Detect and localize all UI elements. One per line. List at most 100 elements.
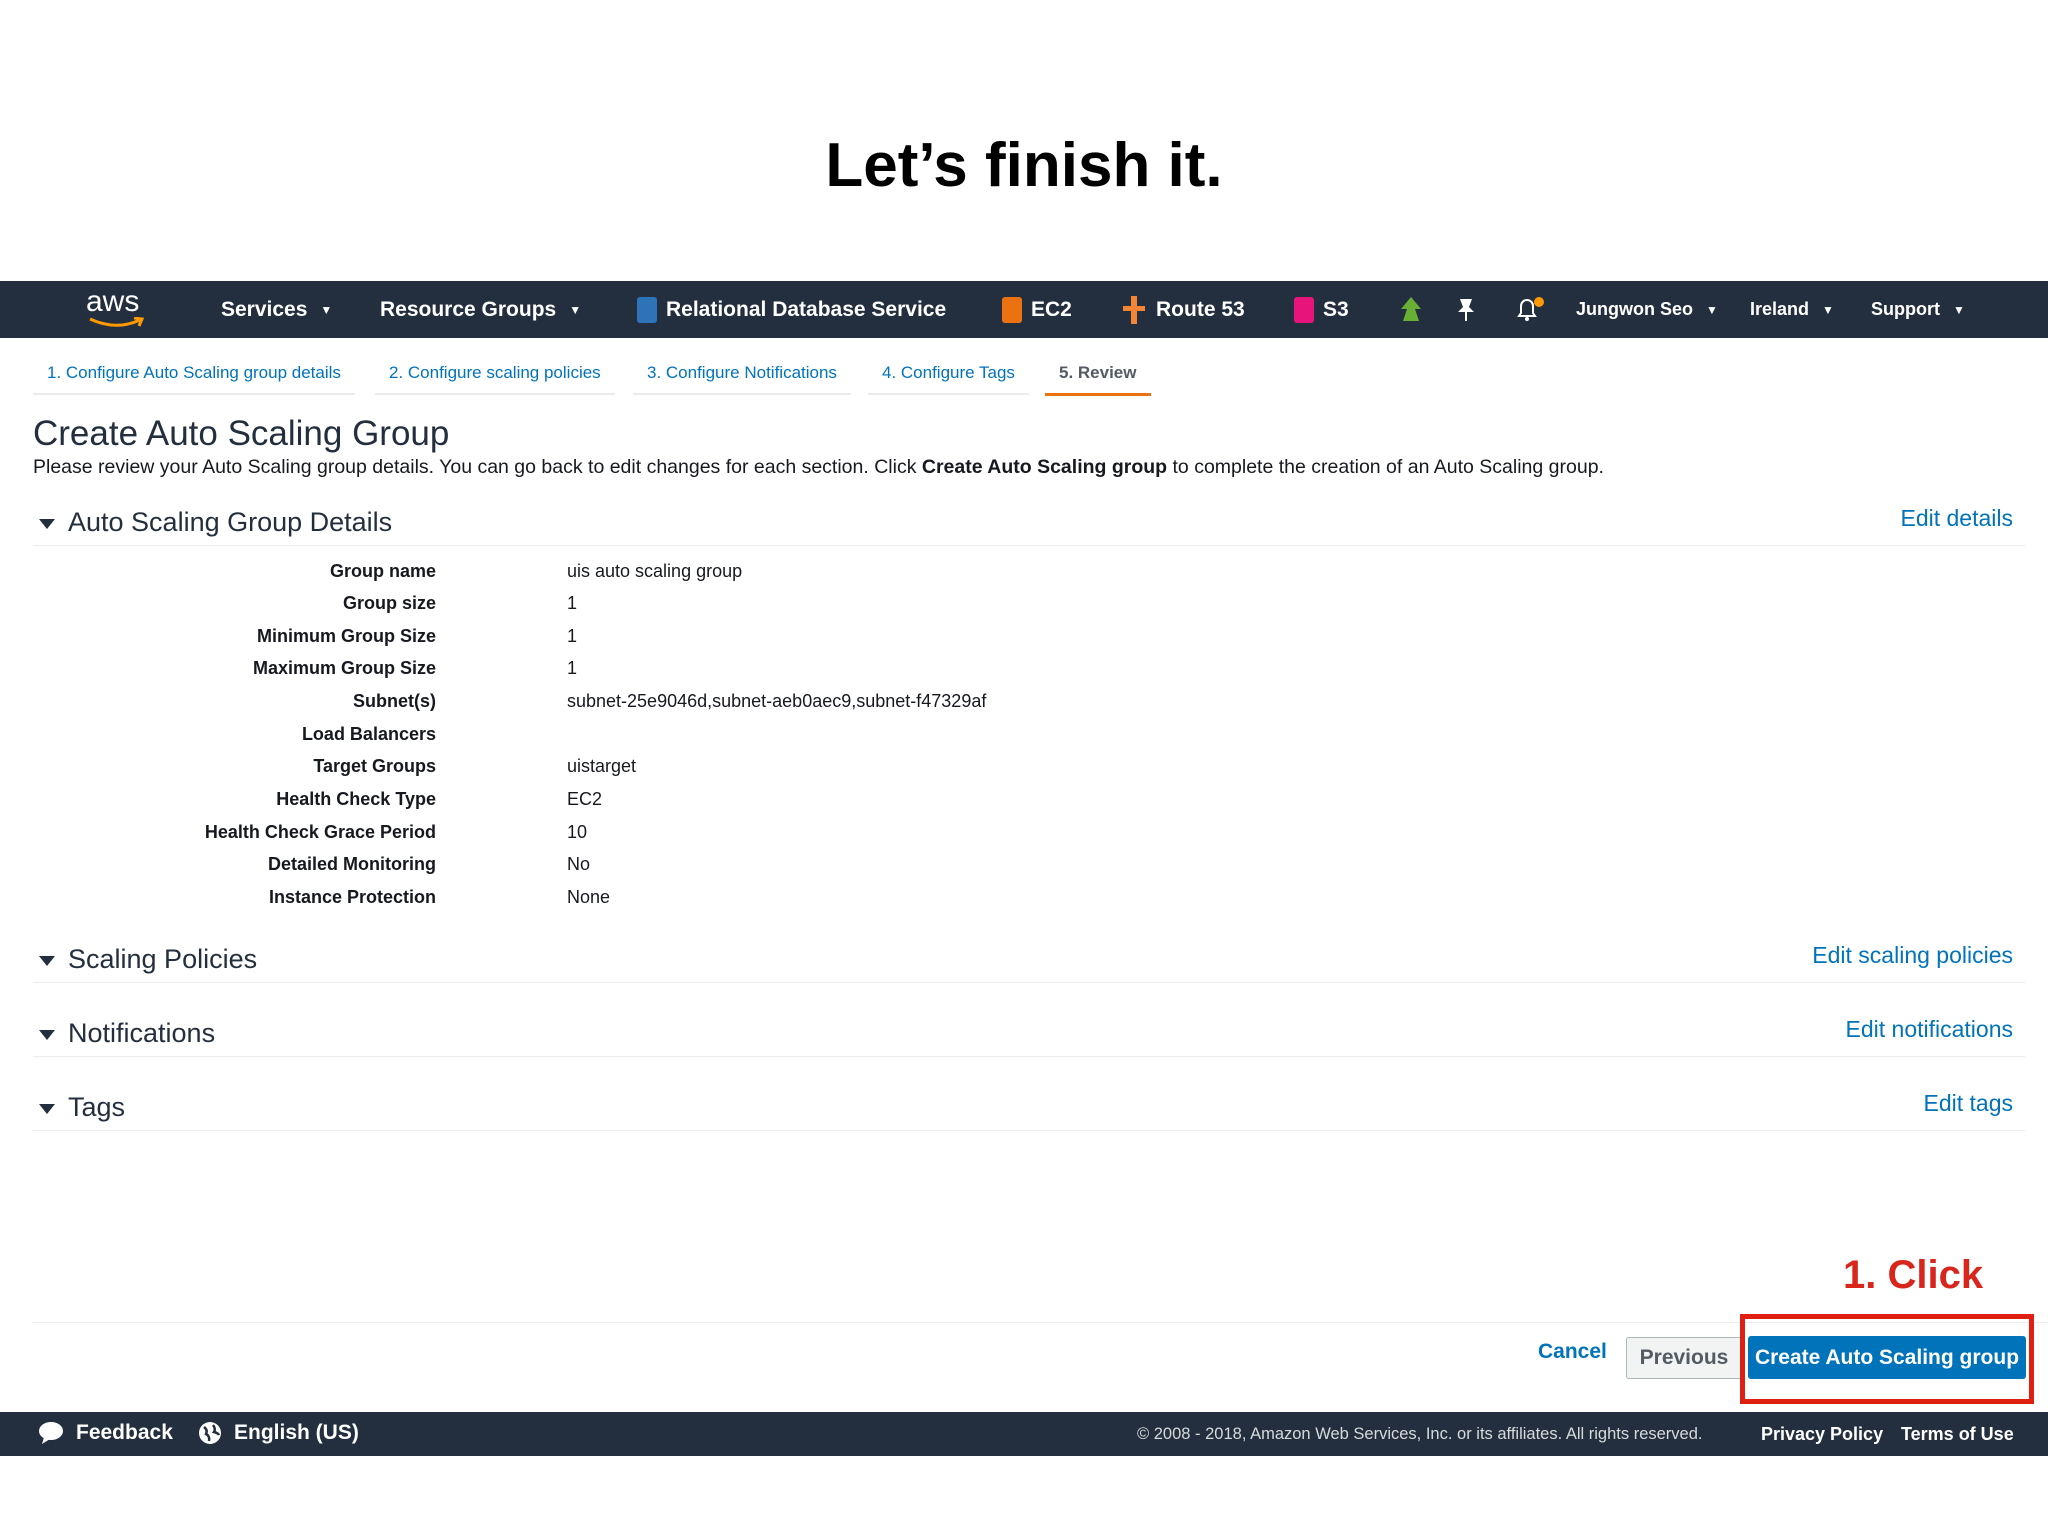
notification-dot [1534,296,1544,307]
detail-value: No [567,854,591,874]
step-scaling-policies[interactable]: 2. Configure scaling policies [375,357,615,395]
chevron-down-icon: ▼ [1822,302,1834,317]
services-menu[interactable]: Services ▼ [221,298,332,322]
chevron-down-icon: ▼ [1953,302,1965,317]
previous-button[interactable]: Previous [1626,1337,1742,1379]
route53-label: Route 53 [1156,297,1245,321]
copyright-text: © 2008 - 2018, Amazon Web Services, Inc.… [1137,1425,1703,1443]
detail-label: Detailed Monitoring [268,854,436,874]
edit-scaling-policies-link[interactable]: Edit scaling policies [1812,942,2013,969]
notifications-button[interactable] [1515,296,1545,324]
cancel-button[interactable]: Cancel [1538,1340,1607,1364]
annotation-highlight-box [1740,1314,2034,1404]
collapse-triangle-icon[interactable] [39,1030,55,1040]
detail-value: EC2 [567,789,603,809]
aws-smile-icon [89,317,145,327]
chevron-down-icon: ▼ [320,302,333,317]
chevron-down-icon: ▼ [569,302,582,317]
detail-value: uis auto scaling group [567,561,743,581]
step-review[interactable]: 5. Review [1045,357,1151,396]
detail-label: Load Balancers [301,724,436,744]
pin-shortcut[interactable] [1455,297,1477,323]
s3-label: S3 [1323,297,1349,321]
route53-shortcut[interactable]: Route 53 [1121,295,1245,324]
resource-groups-menu[interactable]: Resource Groups ▼ [380,298,581,322]
edit-notifications-link[interactable]: Edit notifications [1846,1016,2013,1043]
detail-label: Target Groups [313,756,436,776]
bell-icon [1517,296,1544,321]
user-label: Jungwon Seo [1576,299,1693,319]
detail-label: Health Check Grace Period [204,822,436,842]
step-tags[interactable]: 4. Configure Tags [868,357,1029,395]
detail-label: Health Check Type [276,789,436,809]
user-menu[interactable]: Jungwon Seo ▼ [1576,299,1718,320]
detail-value: 1 [567,658,578,678]
detail-value: 1 [567,593,578,613]
page-title: Create Auto Scaling Group [33,414,450,453]
step-configure-details[interactable]: 1. Configure Auto Scaling group details [33,357,355,395]
region-label: Ireland [1750,299,1810,319]
region-menu[interactable]: Ireland ▼ [1750,299,1834,320]
support-menu[interactable]: Support ▼ [1871,299,1965,320]
collapse-triangle-icon[interactable] [39,1104,55,1114]
section-scaling-policies: Scaling Policies Edit scaling policies [33,942,2025,983]
beanstalk-icon [1401,296,1421,321]
aws-logo-text: aws [86,285,140,318]
detail-label: Maximum Group Size [252,658,436,678]
detail-value: 1 [567,626,578,646]
detail-label: Instance Protection [268,887,436,907]
edit-details-link[interactable]: Edit details [1900,505,2013,532]
language-label: English (US) [234,1421,359,1444]
detail-label: Group size [342,593,436,613]
footer-bar: Feedback English (US) © 2008 - 2018, Ama… [0,1412,2048,1456]
desc-text: Please review your Auto Scaling group de… [33,456,922,478]
route53-icon [1123,295,1145,324]
collapse-triangle-icon[interactable] [39,956,55,966]
support-label: Support [1871,299,1940,319]
detail-value: 10 [567,822,588,842]
section-title[interactable]: Notifications [68,1018,215,1049]
globe-icon [199,1422,221,1444]
elastic-beanstalk-shortcut[interactable] [1397,295,1425,325]
slide-title: Let’s finish it. [825,131,1223,200]
chevron-down-icon: ▼ [1706,302,1718,317]
feedback-link[interactable]: Feedback [38,1421,173,1445]
detail-label: Subnet(s) [353,691,436,711]
rds-label: Relational Database Service [666,297,947,321]
edit-tags-link[interactable]: Edit tags [1924,1090,2014,1117]
rds-shortcut[interactable]: Relational Database Service [637,296,947,323]
detail-label: Minimum Group Size [256,626,436,646]
services-label: Services [221,297,308,321]
aws-logo[interactable]: aws [86,287,146,331]
speech-bubble-icon [39,1422,63,1444]
ec2-shortcut[interactable]: EC2 [1002,296,1072,323]
step-notifications[interactable]: 3. Configure Notifications [633,357,851,395]
detail-value: uistarget [567,756,637,776]
section-title[interactable]: Scaling Policies [68,944,257,975]
click-annotation: 1. Click [1843,1253,1984,1297]
section-tags: Tags Edit tags [33,1090,2025,1131]
section-title[interactable]: Tags [68,1092,125,1123]
section-notifications: Notifications Edit notifications [33,1016,2025,1057]
section-details: Auto Scaling Group Details Edit details [33,505,2025,546]
language-selector[interactable]: English (US) [198,1421,359,1445]
s3-shortcut[interactable]: S3 [1294,296,1349,323]
privacy-policy-link[interactable]: Privacy Policy [1761,1424,1883,1445]
bucket-icon [1294,296,1314,323]
detail-value: None [567,887,611,907]
section-title[interactable]: Auto Scaling Group Details [68,507,392,538]
desc-bold: Create Auto Scaling group [921,456,1168,478]
feedback-label: Feedback [76,1421,173,1444]
resource-groups-label: Resource Groups [380,297,557,321]
server-icon [1002,296,1022,323]
desc-text-end: to complete the creation of an Auto Scal… [1167,456,1604,478]
collapse-triangle-icon[interactable] [39,519,55,529]
database-icon [637,296,657,323]
ec2-label: EC2 [1031,297,1072,321]
top-navigation: aws Services ▼ Resource Groups ▼ Relatio… [0,281,2048,338]
pin-icon [1458,298,1474,321]
detail-value: subnet-25e9046d,subnet-aeb0aec9,subnet-f… [567,691,987,711]
detail-label: Group name [329,561,436,581]
page-description: Please review your Auto Scaling group de… [33,456,1604,479]
terms-of-use-link[interactable]: Terms of Use [1901,1424,2014,1445]
